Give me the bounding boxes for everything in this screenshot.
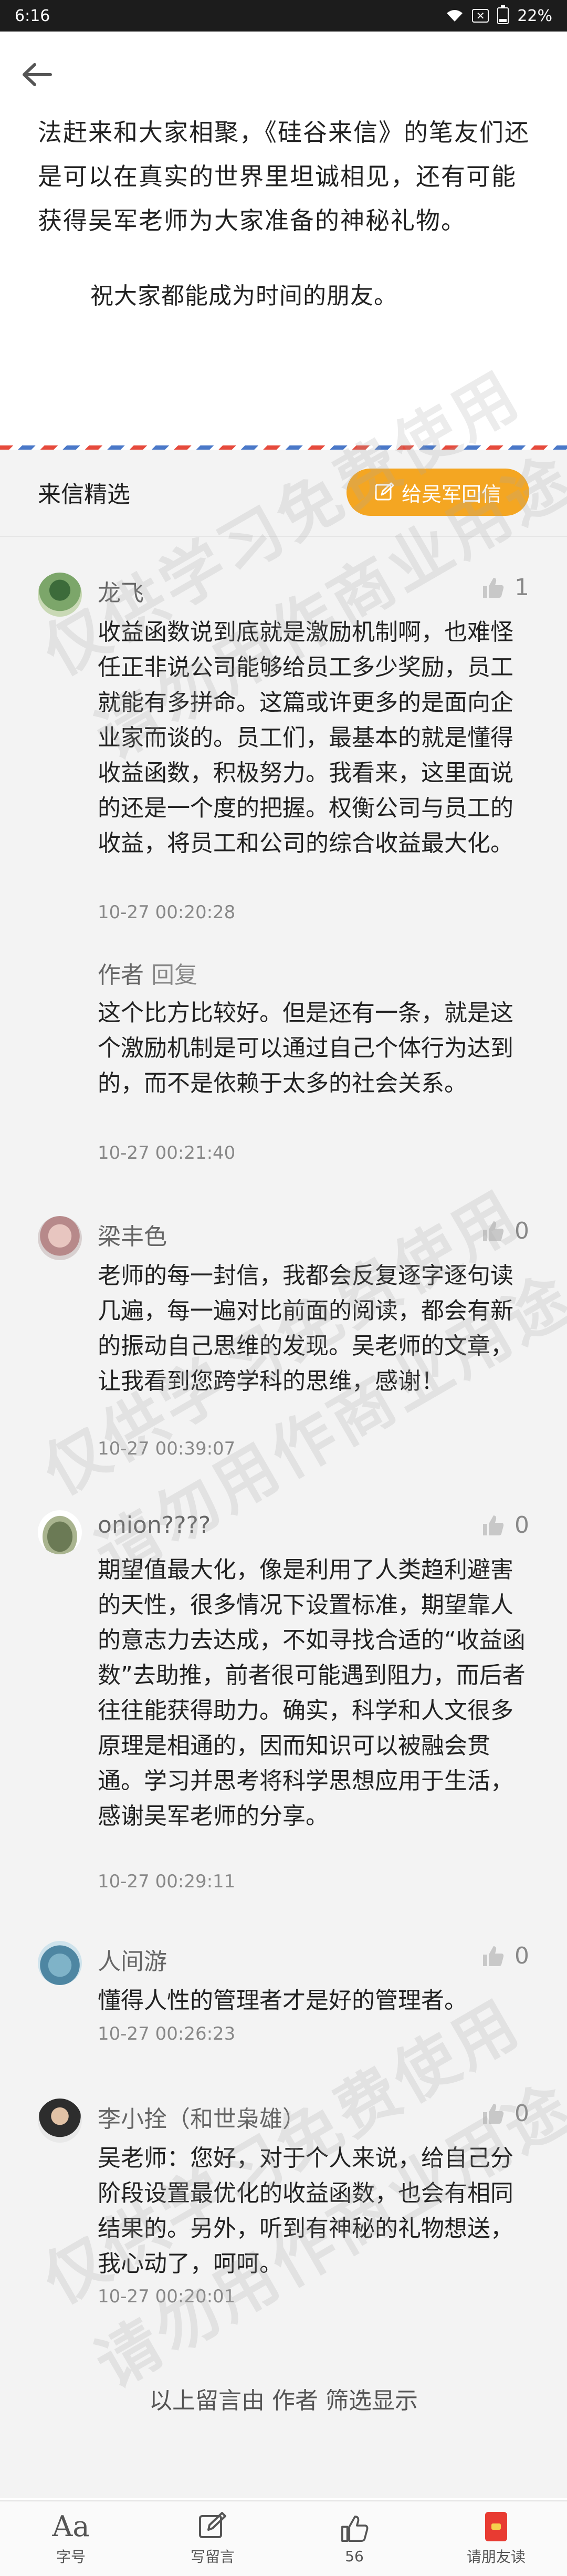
wifi-icon (447, 10, 463, 22)
commenter-name: 龙飞 (98, 580, 144, 607)
battery-icon (497, 5, 509, 24)
article-body: 法赶来和大家相聚，《硅谷来信》的笔友们还是可以在真实的世界里坦诚相见，还有可能获… (38, 110, 537, 318)
like-button[interactable]: 0 (481, 1943, 529, 1969)
like-button[interactable]: 0 (481, 1218, 529, 1244)
avatar[interactable] (38, 573, 82, 617)
like-button[interactable]: 0 (481, 1512, 529, 1539)
letters-title: 来信精选 (38, 481, 130, 508)
thumbs-up-icon (483, 1515, 504, 1535)
comment-time: 10-27 00:26:23 (98, 2023, 236, 2044)
like-count-label: 56 (345, 2547, 364, 2565)
comment-text: 期望值最大化，像是利用了人类趋利避害的天性，很多情况下设置标准，期望靠人的意志力… (98, 1556, 526, 1830)
comment-time: 10-27 00:39:07 (98, 1438, 236, 1459)
back-arrow-icon[interactable] (16, 54, 58, 96)
like-count: 1 (514, 574, 529, 601)
author-reply-time: 10-27 00:21:40 (98, 1142, 236, 1164)
author-reply-label: 作者 回复 (98, 956, 197, 990)
bottom-toolbar: Aa 字号 写留言 56 请朋友读 (0, 2500, 567, 2576)
like-button[interactable]: 0 (481, 2100, 529, 2127)
font-size-button[interactable]: Aa 字号 (0, 2501, 142, 2576)
status-time: 6:16 (15, 6, 50, 25)
reply-button-label: 给吴军回信 (401, 482, 501, 506)
commenter-name: 人间游 (98, 1948, 167, 1975)
write-comment-label: 写留言 (190, 2548, 235, 2565)
like-count: 0 (514, 1943, 529, 1969)
commenter-name: 梁丰色 (98, 1223, 167, 1250)
thumbs-up-icon (483, 577, 504, 598)
like-count: 0 (514, 1512, 529, 1539)
reply-tag: 回复 (151, 962, 197, 989)
author-reply-text: 这个比方比较好。但是还有一条，就是这个激励机制是可以通过自己个体行为达到的，而不… (98, 1000, 513, 1097)
author-tag: 作者 (98, 962, 144, 989)
divider (0, 536, 567, 537)
footer-note: 以上留言由 作者 筛选显示 (149, 2387, 418, 2414)
like-button[interactable]: 1 (481, 574, 529, 601)
like-count: 0 (514, 2100, 529, 2127)
close-box-icon: ✕ (472, 9, 489, 23)
avatar[interactable] (38, 1941, 82, 1985)
font-size-label: 字号 (56, 2548, 86, 2565)
comment-text: 收益函数说到底就是激励机制啊，也难怪任正非说公司能够给员工多少奖励，员工就能有多… (98, 619, 513, 857)
avatar[interactable] (38, 2099, 82, 2143)
commenter-name: 李小拴（和世枭雄） (98, 2106, 306, 2133)
invite-friends-label: 请朋友读 (466, 2548, 526, 2565)
comment-text: 老师的每一封信，我都会反复逐字逐句读几遍，每一遍对比前面的阅读，都会有新的振动自… (98, 1262, 513, 1395)
invite-friends-button[interactable]: 请朋友读 (425, 2501, 567, 2576)
font-size-glyph: Aa (52, 2510, 90, 2543)
article-paragraph: 法赶来和大家相聚，《硅谷来信》的笔友们还是可以在真实的世界里坦诚相见，还有可能获… (38, 118, 530, 235)
comment-text: 吴老师：您好，对于个人来说，给自己分阶段设置最优化的收益函数，也会有相同结果的。… (98, 2145, 513, 2277)
edit-icon (375, 482, 394, 501)
edit-icon (197, 2511, 228, 2542)
avatar[interactable] (38, 1216, 82, 1260)
thumbs-up-icon (339, 2513, 370, 2544)
thumbs-up-icon (483, 1946, 504, 1966)
reply-to-author-button[interactable]: 给吴军回信 (346, 469, 529, 516)
top-nav (0, 32, 567, 110)
airmail-divider (0, 445, 567, 450)
status-bar: 6:16 ✕ 22% (0, 0, 567, 32)
comment-time: 10-27 00:20:01 (98, 2286, 236, 2307)
thumbs-up-icon (483, 2103, 504, 2124)
article-closing: 祝大家都能成为时间的朋友。 (90, 283, 397, 309)
like-article-button[interactable]: 56 (284, 2501, 425, 2576)
battery-percent: 22% (517, 6, 552, 25)
thumbs-up-icon (483, 1221, 504, 1241)
like-count: 0 (514, 1218, 529, 1244)
avatar[interactable] (38, 1510, 82, 1554)
comment-text: 懂得人性的管理者才是好的管理者。 (98, 1987, 467, 2014)
font-size-icon: Aa (52, 2510, 90, 2543)
write-comment-button[interactable]: 写留言 (142, 2501, 284, 2576)
comment-time: 10-27 00:20:28 (98, 902, 236, 923)
commenter-name: onion???? (98, 1512, 211, 1539)
comment-time: 10-27 00:29:11 (98, 1871, 236, 1892)
red-envelope-icon (480, 2511, 512, 2542)
